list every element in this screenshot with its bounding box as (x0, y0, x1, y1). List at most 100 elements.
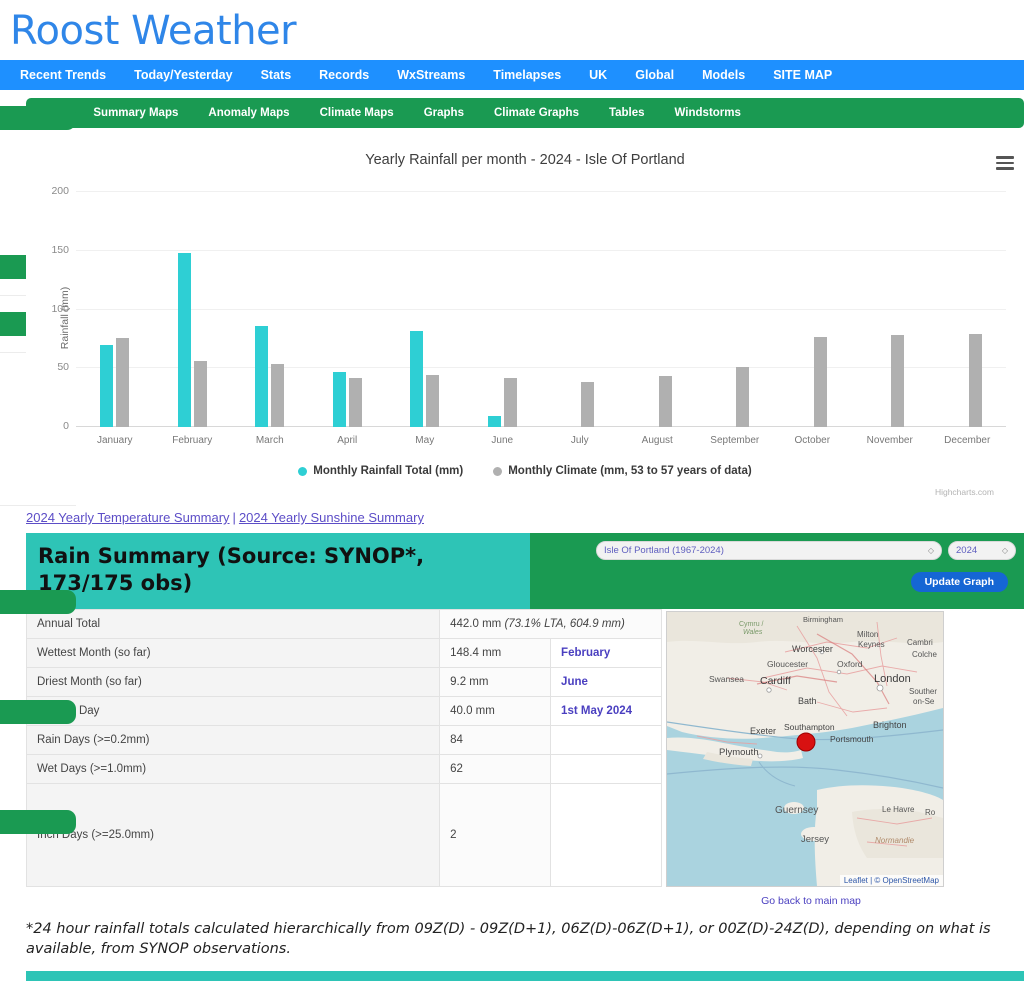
legend-dot-actual (298, 467, 307, 476)
subnav-item-climate-graphs[interactable]: Climate Graphs (479, 98, 594, 128)
bottom-accent-bar (26, 971, 1024, 981)
station-marker (797, 733, 815, 751)
station-location-map[interactable]: Cymru / Wales Birmingham Milton Keynes C… (666, 611, 944, 887)
bar-june-actual[interactable] (488, 416, 501, 427)
bar-december-climate[interactable] (969, 334, 982, 427)
station-select[interactable]: Isle Of Portland (1967-2024) ◇ (596, 541, 942, 560)
bar-group-may: May (386, 192, 464, 427)
year-select[interactable]: 2024 ◇ (948, 541, 1016, 560)
table-cell-link[interactable]: February (551, 638, 662, 667)
map-column: Cymru / Wales Birmingham Milton Keynes C… (666, 609, 956, 907)
subnav-item-tables[interactable]: Tables (594, 98, 660, 128)
topnav-item-stats[interactable]: Stats (247, 60, 306, 90)
sidebar-button-5[interactable] (0, 700, 76, 724)
bar-april-climate[interactable] (349, 378, 362, 427)
rain-summary-title-panel: Rain Summary (Source: SYNOP*, 173/175 ob… (26, 533, 530, 609)
bar-group-april: April (309, 192, 387, 427)
table-cell-label: Driest Month (so far) (27, 667, 440, 696)
topnav-item-recent-trends[interactable]: Recent Trends (6, 60, 120, 90)
topnav-item-models[interactable]: Models (688, 60, 759, 90)
subnav-item-windstorms[interactable]: Windstorms (660, 98, 756, 128)
go-back-to-main-map-link[interactable]: Go back to main map (761, 895, 861, 907)
bar-group-july: July (541, 192, 619, 427)
svg-text:Bath: Bath (798, 696, 817, 706)
table-cell-label: Annual Total (27, 609, 440, 638)
bar-group-september: September (696, 192, 774, 427)
bar-group-january: January (76, 192, 154, 427)
table-link-1st-may-2024[interactable]: 1st May 2024 (561, 705, 632, 717)
bar-group-august: August (619, 192, 697, 427)
svg-text:Southampton: Southampton (784, 722, 835, 732)
sidebar-button-6[interactable] (0, 810, 76, 834)
bar-group-march: March (231, 192, 309, 427)
svg-text:Le Havre: Le Havre (882, 805, 915, 814)
bar-november-climate[interactable] (891, 335, 904, 427)
rainfall-chart: Yearly Rainfall per month - 2024 - Isle … (26, 142, 1024, 502)
svg-text:Brighton: Brighton (873, 720, 907, 730)
bar-april-actual[interactable] (333, 372, 346, 427)
subnav-item-anomaly-maps[interactable]: Anomaly Maps (193, 98, 304, 128)
table-cell-label: Inch Days (>=25.0mm) (27, 783, 440, 886)
y-tick-label-150: 150 (51, 244, 69, 256)
link-sunshine-summary[interactable]: 2024 Yearly Sunshine Summary (239, 510, 424, 525)
bar-february-climate[interactable] (194, 361, 207, 427)
topnav-item-uk[interactable]: UK (575, 60, 621, 90)
bar-september-climate[interactable] (736, 367, 749, 427)
topnav-item-site-map[interactable]: SITE MAP (759, 60, 846, 90)
table-cell-link (551, 754, 662, 783)
table-link-february[interactable]: February (561, 647, 610, 659)
link-temperature-summary[interactable]: 2024 Yearly Temperature Summary (26, 510, 230, 525)
svg-text:Swansea: Swansea (709, 674, 744, 684)
topnav-item-today-yesterday[interactable]: Today/Yesterday (120, 60, 246, 90)
y-tick-label-50: 50 (57, 361, 69, 373)
bar-january-climate[interactable] (116, 338, 129, 427)
bar-august-climate[interactable] (659, 376, 672, 427)
legend-item-climate[interactable]: Monthly Climate (mm, 53 to 57 years of d… (493, 465, 751, 477)
hamburger-menu-icon[interactable] (996, 156, 1014, 170)
page-body: imate for s, lculated climates ions. Obs… (0, 90, 1024, 981)
summary-table-and-map: Annual Total442.0 mm (73.1% LTA, 604.9 m… (26, 609, 1024, 907)
topnav-item-timelapses[interactable]: Timelapses (479, 60, 575, 90)
table-row: Inch Days (>=25.0mm)2 (27, 783, 662, 886)
bar-march-actual[interactable] (255, 326, 268, 427)
sidebar-divider-3 (0, 505, 76, 506)
legend-item-actual[interactable]: Monthly Rainfall Total (mm) (298, 465, 463, 477)
update-graph-button[interactable]: Update Graph (911, 572, 1008, 592)
topnav-item-global[interactable]: Global (621, 60, 688, 90)
subnav-item-climate-maps[interactable]: Climate Maps (305, 98, 409, 128)
bar-group-november: November (851, 192, 929, 427)
x-tick-label-august: August (642, 435, 673, 446)
bar-group-june: June (464, 192, 542, 427)
table-cell-link[interactable]: 1st May 2024 (551, 696, 662, 725)
svg-text:Ro: Ro (925, 808, 936, 817)
chart-plot-area: Rainfall (mm) 050100150200 JanuaryFebrua… (40, 180, 1010, 455)
table-row: Driest Month (so far)9.2 mmJune (27, 667, 662, 696)
chart-title: Yearly Rainfall per month - 2024 - Isle … (26, 142, 1024, 168)
table-link-june[interactable]: June (561, 676, 588, 688)
bar-march-climate[interactable] (271, 364, 284, 427)
x-tick-label-september: September (710, 435, 759, 446)
table-cell-label: Wet Days (>=1.0mm) (27, 754, 440, 783)
table-cell-link[interactable]: June (551, 667, 662, 696)
svg-text:Plymouth: Plymouth (719, 747, 759, 758)
bar-february-actual[interactable] (178, 253, 191, 427)
y-tick-label-200: 200 (51, 185, 69, 197)
bar-may-actual[interactable] (410, 331, 423, 427)
bar-january-actual[interactable] (100, 345, 113, 427)
svg-text:Birmingham: Birmingham (803, 615, 843, 624)
subnav-item-summary-maps[interactable]: Summary Maps (78, 98, 193, 128)
bar-may-climate[interactable] (426, 375, 439, 427)
sidebar-button-1[interactable] (0, 106, 76, 130)
topnav-item-wxstreams[interactable]: WxStreams (383, 60, 479, 90)
rain-summary-controls-panel: Isle Of Portland (1967-2024) ◇ 2024 ◇ Up… (530, 533, 1024, 609)
sidebar-button-4[interactable] (0, 590, 76, 614)
svg-text:Normandie: Normandie (875, 836, 915, 845)
topnav-item-records[interactable]: Records (305, 60, 383, 90)
bar-october-climate[interactable] (814, 337, 827, 427)
bar-july-climate[interactable] (581, 382, 594, 427)
controls-row: Isle Of Portland (1967-2024) ◇ 2024 ◇ (530, 541, 1016, 560)
table-cell-label: Wettest Day (27, 696, 440, 725)
chart-canvas: 050100150200 JanuaryFebruaryMarchAprilMa… (76, 192, 1006, 427)
subnav-item-graphs[interactable]: Graphs (409, 98, 479, 128)
bar-june-climate[interactable] (504, 378, 517, 427)
